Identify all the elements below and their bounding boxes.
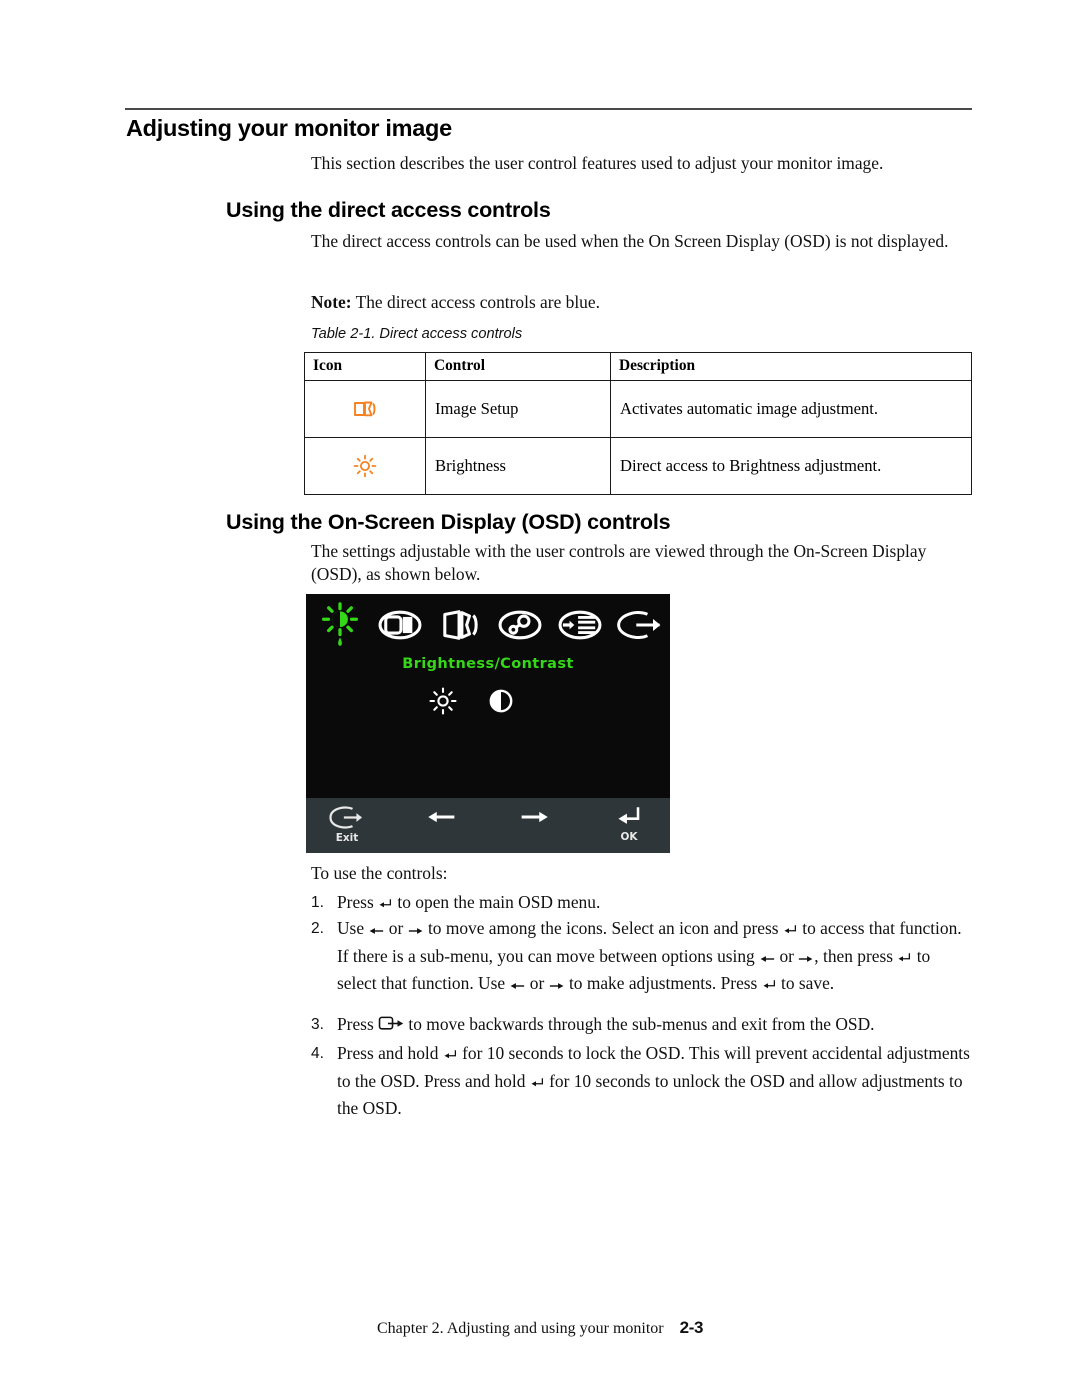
osd-footer-right[interactable]: [506, 804, 564, 843]
direct-access-controls-table: Icon Control Description Image Setup Act…: [304, 352, 972, 495]
right-arrow-icon: [549, 973, 565, 999]
osd-paragraph: The settings adjustable with the user co…: [311, 541, 927, 584]
table-caption: Table 2-1. Direct access controls: [311, 326, 523, 342]
note-label: Note:: [311, 292, 352, 312]
note-text: The direct access controls are blue.: [355, 292, 600, 312]
osd-footer-exit-label: Exit: [335, 832, 359, 844]
cell-icon-brightness: [304, 437, 426, 495]
contrast-icon: [486, 686, 516, 721]
intro-paragraph: This section describes the user control …: [311, 153, 884, 173]
enter-icon: [443, 1043, 458, 1069]
image-position-icon: [370, 601, 430, 649]
enter-icon: [783, 918, 798, 944]
page-number: 2-3: [679, 1318, 704, 1337]
osd-footer-bar: Exit OK: [306, 798, 670, 853]
note-paragraph: Note: The direct access controls are blu…: [311, 291, 976, 314]
exit-icon: [378, 1014, 404, 1040]
exit-icon: [610, 601, 670, 649]
brightness-icon: [428, 686, 458, 721]
to-use-controls-label: To use the controls:: [311, 863, 448, 883]
step-text: Press and hold for 10 seconds to lock th…: [337, 1043, 970, 1118]
enter-icon: [762, 973, 777, 999]
list-item: 3. Press to move backwards through the s…: [311, 1012, 981, 1040]
page-footer: Chapter 2. Adjusting and using your moni…: [0, 1318, 1080, 1338]
step-text: Press to open the main OSD menu.: [337, 890, 961, 918]
header-rule: [125, 108, 972, 110]
right-arrow-icon: [408, 918, 424, 944]
direct-access-paragraph: The direct access controls can be used w…: [311, 231, 949, 251]
cell-control-brightness: Brightness: [425, 437, 611, 495]
right-arrow-icon: [798, 946, 814, 972]
osd-footer-exit[interactable]: Exit: [318, 804, 376, 844]
step-number: 3.: [311, 1016, 324, 1033]
table-row: Image Setup Activates automatic image ad…: [304, 380, 972, 438]
left-arrow-icon: [759, 946, 775, 972]
step-text: Use or to move among the icons. Select a…: [337, 916, 971, 999]
osd-footer-ok[interactable]: OK: [600, 804, 658, 843]
step-number: 2.: [311, 920, 324, 937]
column-header-icon: Icon: [304, 352, 426, 381]
cell-icon-image-setup: [304, 380, 426, 438]
cell-description-brightness: Direct access to Brightness adjustment.: [610, 437, 972, 495]
enter-icon: [530, 1071, 545, 1097]
table-header-row: Icon Control Description: [304, 352, 972, 381]
brightness-contrast-icon: [310, 601, 370, 649]
list-item: 2. Use or to move among the icons. Selec…: [311, 916, 971, 999]
osd-menu-title: Brightness/Contrast: [402, 656, 574, 672]
left-arrow-icon: [509, 973, 525, 999]
table-row: Brightness Direct access to Brightness a…: [304, 437, 972, 495]
enter-icon: [378, 892, 393, 918]
image-setup-icon: [352, 396, 378, 422]
enter-icon: [897, 946, 912, 972]
cell-description-image-setup: Activates automatic image adjustment.: [610, 380, 972, 438]
list-item: 1. Press to open the main OSD menu.: [311, 890, 961, 918]
list-item: 4. Press and hold for 10 seconds to lock…: [311, 1041, 971, 1122]
osd-sub-icon-row: [428, 686, 568, 721]
document-page: Adjusting your monitor image This sectio…: [0, 0, 1080, 1397]
section-heading-osd: Using the On-Screen Display (OSD) contro…: [226, 510, 671, 534]
left-arrow-icon: [368, 918, 384, 944]
page-title: Adjusting your monitor image: [126, 115, 452, 141]
step-text: Press to move backwards through the sub-…: [337, 1012, 981, 1040]
cell-control-image-setup: Image Setup: [425, 380, 611, 438]
section-heading-direct-access: Using the direct access controls: [226, 198, 551, 222]
osd-top-icon-row: [306, 594, 670, 656]
brightness-icon: [352, 453, 378, 479]
column-header-description: Description: [610, 352, 972, 381]
step-number: 1.: [311, 894, 324, 911]
column-header-control: Control: [425, 352, 611, 381]
image-setup-icon: [430, 601, 490, 649]
options-icon: [550, 601, 610, 649]
osd-footer-left[interactable]: [412, 804, 470, 843]
osd-footer-ok-label: OK: [620, 831, 638, 843]
step-number: 4.: [311, 1045, 324, 1062]
osd-screenshot-figure: Brightness/Contrast Exit OK: [306, 594, 670, 853]
footer-chapter-text: Chapter 2. Adjusting and using your moni…: [376, 1320, 664, 1337]
image-properties-icon: [490, 601, 550, 649]
